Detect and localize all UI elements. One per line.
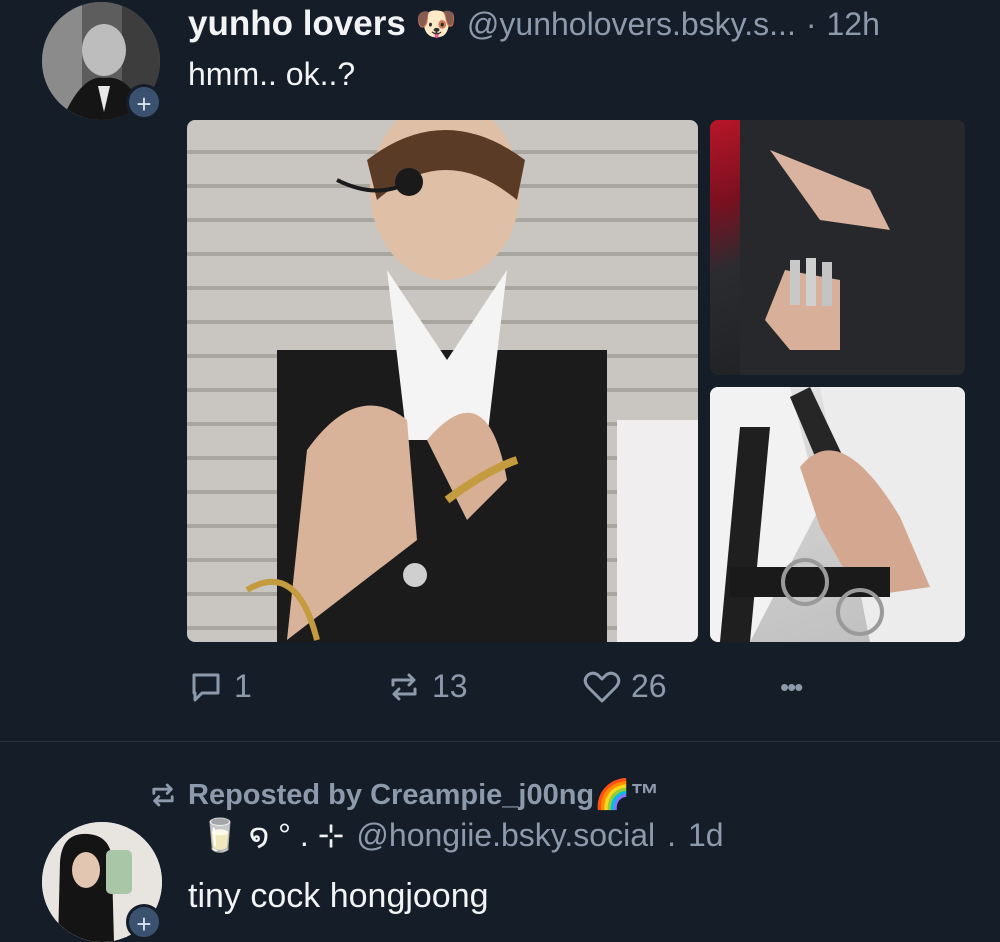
more-options-button[interactable]: ••• (780, 672, 803, 703)
post-time[interactable]: 12h (826, 6, 879, 43)
author-emoji: 🐶 (415, 5, 457, 42)
post-divider (0, 741, 1000, 742)
repost-button[interactable]: 13 (386, 668, 468, 705)
repost-icon (391, 673, 417, 700)
post-text: hmm.. ok..? (188, 56, 356, 92)
reply-count: 1 (234, 668, 252, 704)
reply-button[interactable]: 1 (188, 668, 252, 705)
repost-label: Reposted by Creampie_j00ng🌈™ (188, 779, 660, 811)
like-button[interactable]: 26 (583, 668, 667, 705)
heart-icon (583, 671, 621, 702)
follow-plus-icon[interactable]: + (126, 904, 162, 940)
author-handle[interactable]: @hongiie.bsky.social (356, 817, 655, 854)
post-image-main[interactable] (187, 120, 698, 642)
author-handle[interactable]: @yunholovers.bsky.s... (467, 6, 796, 43)
repost-icon (152, 783, 174, 807)
post-image-top-right[interactable] (710, 120, 965, 375)
like-count: 26 (631, 668, 667, 704)
post-header: yunho lovers 🐶 @yunholovers.bsky.s... · … (188, 4, 880, 44)
follow-plus-icon[interactable]: + (126, 84, 162, 120)
comment-icon (192, 673, 220, 701)
post-text: tiny cock hongjoong (188, 877, 489, 915)
author-name[interactable]: 🥛 ໑ ° . ⊹ (200, 816, 344, 854)
repost-count: 13 (432, 668, 468, 704)
post-image-bottom-right[interactable] (710, 387, 965, 642)
post-header: 🥛 ໑ ° . ⊹ @hongiie.bsky.social . 1d (200, 816, 724, 854)
separator-dot: · (805, 6, 817, 42)
author-name[interactable]: yunho lovers (188, 4, 406, 44)
post-time[interactable]: 1d (688, 817, 724, 854)
repost-attribution[interactable]: Reposted by Creampie_j00ng🌈™ (148, 778, 659, 812)
separator-dot: . (667, 817, 676, 853)
